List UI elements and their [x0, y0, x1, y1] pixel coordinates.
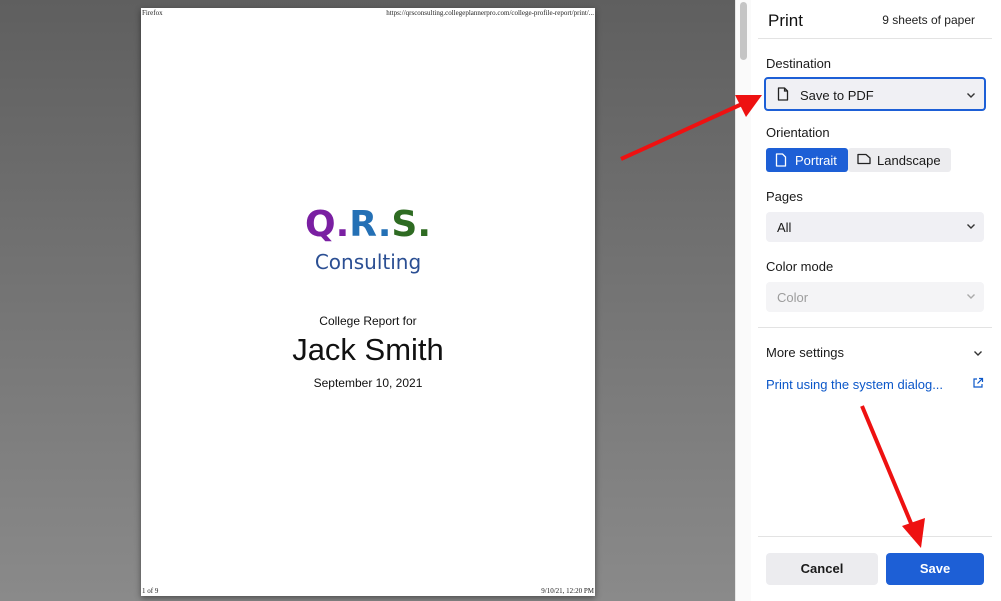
- pages-select[interactable]: All: [766, 212, 984, 242]
- logo-letter: .: [335, 204, 350, 245]
- pages-label: Pages: [766, 189, 803, 204]
- divider: [758, 536, 992, 537]
- student-name: Jack Smith: [292, 332, 444, 367]
- orientation-label: Orientation: [766, 125, 830, 140]
- chevron-down-icon[interactable]: [973, 348, 983, 358]
- print-title: Print: [768, 11, 803, 30]
- color-mode-label: Color mode: [766, 259, 834, 274]
- portrait-label: Portrait: [795, 153, 837, 168]
- destination-select[interactable]: Save to PDF: [764, 77, 986, 111]
- company-logo: Q.R.S. Consulting: [141, 204, 595, 276]
- pages-value: All: [777, 220, 792, 235]
- logo-subtitle: Consulting: [314, 250, 422, 274]
- page-header-left: Firefox: [142, 9, 163, 17]
- preview-page: Firefox https://qrsconsulting.collegepla…: [141, 8, 595, 596]
- preview-scrollbar[interactable]: [735, 0, 751, 601]
- logo-letter: S: [391, 204, 418, 245]
- divider: [758, 38, 992, 39]
- chevron-down-icon: [967, 294, 975, 299]
- logo-letter: R: [349, 204, 378, 245]
- logo-letter: .: [417, 204, 431, 245]
- document-icon: [777, 87, 789, 101]
- destination-value: Save to PDF: [800, 88, 874, 103]
- chevron-down-icon: [967, 93, 975, 98]
- print-preview-area: Firefox https://qrsconsulting.collegepla…: [0, 0, 735, 601]
- chevron-down-icon: [967, 224, 975, 229]
- color-mode-select[interactable]: Color: [766, 282, 984, 312]
- more-settings-toggle[interactable]: More settings: [766, 345, 844, 360]
- system-dialog-link[interactable]: Print using the system dialog...: [766, 377, 943, 392]
- portrait-icon: [775, 153, 787, 167]
- report-date: September 10, 2021: [313, 376, 423, 390]
- page-footer-page-count: 1 of 9: [142, 587, 159, 595]
- landscape-label: Landscape: [877, 153, 941, 168]
- divider: [758, 327, 992, 328]
- scrollbar-thumb[interactable]: [740, 2, 747, 60]
- sheet-count: 9 sheets of paper: [882, 13, 975, 27]
- page-header-url: https://qrsconsulting.collegeplannerpro.…: [386, 9, 594, 17]
- print-settings-sidebar: Print 9 sheets of paper Destination Save…: [751, 0, 1001, 601]
- destination-label: Destination: [766, 56, 832, 71]
- cancel-button[interactable]: Cancel: [766, 553, 878, 585]
- logo-letters: Q.R.S.: [141, 204, 595, 246]
- report-for-text: College Report for: [319, 314, 417, 328]
- logo-letter: Q: [305, 204, 336, 245]
- color-mode-value: Color: [777, 290, 809, 305]
- save-button[interactable]: Save: [886, 553, 984, 585]
- landscape-icon: [857, 153, 871, 165]
- external-link-icon[interactable]: [972, 377, 984, 389]
- orientation-landscape-button[interactable]: Landscape: [848, 148, 951, 172]
- page-footer-timestamp: 9/10/21, 12:20 PM: [541, 587, 594, 595]
- logo-letter: .: [377, 204, 392, 245]
- orientation-portrait-button[interactable]: Portrait: [766, 148, 848, 172]
